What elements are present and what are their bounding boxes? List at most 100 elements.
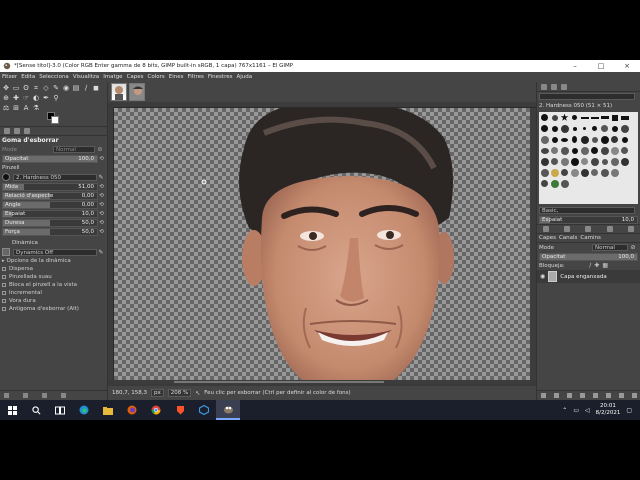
menu-fitxer[interactable]: Fitxer	[2, 74, 17, 80]
menu-ajuda[interactable]: Ajuda	[236, 74, 252, 80]
dodge-icon[interactable]: ◐	[32, 94, 40, 102]
heal-icon[interactable]: ✚	[12, 94, 20, 102]
checkbox-incremental[interactable]: Incremental	[0, 289, 107, 297]
menu-visualitza[interactable]: Visualitza	[73, 74, 99, 80]
brush-tile[interactable]	[620, 124, 629, 133]
horizontal-scrollbar-thumb[interactable]	[174, 381, 384, 383]
checkbox-bloca-pinzell[interactable]: Bloca el pinzell a la vista	[0, 281, 107, 289]
delete-brush-icon[interactable]	[606, 226, 613, 232]
warp-icon[interactable]: ✎	[52, 84, 60, 92]
tab-camins[interactable]: Camins	[580, 235, 600, 241]
undo-history-tab-icon[interactable]	[24, 128, 30, 134]
hardness-reset-icon[interactable]: ⟲	[98, 220, 105, 226]
spacing-slider-bar[interactable]: Espaiat 10,0	[2, 209, 98, 218]
maximize-button[interactable]: □	[588, 60, 614, 72]
lock-position-icon[interactable]: ✚	[594, 262, 599, 269]
brush-tile[interactable]	[590, 135, 599, 144]
force-slider-bar[interactable]: Força 50,0	[2, 227, 98, 236]
brush-tile[interactable]	[590, 146, 599, 155]
brush-filter-input[interactable]	[539, 93, 635, 100]
brush-tile[interactable]	[620, 113, 629, 122]
mask-layer-icon[interactable]	[619, 393, 624, 398]
force-slider[interactable]: Força 50,0 ⟲	[0, 227, 107, 236]
new-brush-icon[interactable]	[564, 226, 571, 232]
checkbox-box[interactable]	[2, 275, 6, 279]
brush-tile[interactable]	[590, 124, 599, 133]
brush-tile[interactable]	[620, 157, 629, 166]
brush-tile[interactable]	[620, 146, 629, 155]
menu-eines[interactable]: Eines	[169, 74, 184, 80]
brush-tile[interactable]	[580, 157, 589, 166]
brush-tile[interactable]	[580, 135, 589, 144]
expander-arrow-icon[interactable]: ▸	[2, 258, 5, 264]
zoom-select[interactable]: 208 %	[167, 389, 192, 397]
brush-tile[interactable]	[550, 179, 559, 188]
minimize-button[interactable]: –	[562, 60, 588, 72]
spacing-slider[interactable]: Espaiat 10,0 ⟲	[0, 209, 107, 218]
color-picker-icon[interactable]: ⚗	[32, 104, 40, 112]
anchor-layer-icon[interactable]	[606, 393, 611, 398]
size-reset-icon[interactable]: ⟲	[98, 184, 105, 190]
layer-opacity-slider[interactable]: Opacitat 100,0	[537, 252, 640, 261]
lock-pixels-icon[interactable]: ∕	[589, 262, 591, 269]
image-thumbnail-active[interactable]	[129, 83, 145, 101]
save-options-icon[interactable]	[4, 393, 9, 398]
brush-edit-icon[interactable]: ✎	[97, 174, 105, 181]
checkbox-vora-dura[interactable]: Vora dura	[0, 297, 107, 305]
brush-preview-icon[interactable]	[2, 173, 10, 181]
brush-tile[interactable]	[590, 168, 599, 177]
brush-tile[interactable]	[560, 124, 569, 133]
brush-tile[interactable]	[540, 179, 549, 188]
brush-tile[interactable]	[600, 146, 609, 155]
aspect-ratio-slider[interactable]: Relació d'aspecte 0,00 ⟲	[0, 191, 107, 200]
eraser-icon[interactable]: ◼	[92, 84, 100, 92]
edit-brush-icon[interactable]	[542, 226, 549, 232]
brush-tile[interactable]	[610, 135, 619, 144]
menu-finestres[interactable]: Finestres	[208, 74, 233, 80]
brush-tile[interactable]	[540, 157, 549, 166]
brush-tile[interactable]	[540, 124, 549, 133]
layer-item[interactable]: ◉ Capa enganxada	[537, 270, 640, 283]
brush-tag-input[interactable]: Basic,	[539, 207, 635, 214]
opacity-slider[interactable]: Opacitat 100,0 ⟲	[0, 154, 107, 163]
notifications-icon[interactable]: ▢	[626, 407, 632, 414]
path-icon[interactable]: ✒	[42, 94, 50, 102]
windows-start-button[interactable]	[0, 400, 24, 420]
delete-layer-icon[interactable]	[632, 393, 637, 398]
raise-layer-icon[interactable]	[567, 393, 572, 398]
duplicate-layer-icon[interactable]	[593, 393, 598, 398]
menu-capes[interactable]: Capes	[127, 74, 144, 80]
device-status-tab-icon[interactable]	[14, 128, 20, 134]
mode-reset-icon[interactable]: ⊘	[95, 146, 105, 153]
menu-selecciona[interactable]: Selecciona	[39, 74, 69, 80]
checkbox-antigoma[interactable]: Antigoma d'esborrar (Alt)	[0, 305, 107, 313]
brush-tile[interactable]	[570, 113, 579, 122]
patterns-tab-icon[interactable]	[551, 83, 557, 90]
checkbox-pinzellada-suau[interactable]: Pinzellada suau	[0, 273, 107, 281]
brush-tile[interactable]	[610, 124, 619, 133]
tray-chevron-icon[interactable]: ⌃	[562, 407, 567, 414]
brush-tile[interactable]	[540, 113, 549, 122]
move-tool-icon[interactable]: ✥	[2, 84, 10, 92]
checkbox-box[interactable]	[2, 267, 6, 271]
mode-select[interactable]: Normal	[53, 146, 95, 153]
delete-options-icon[interactable]	[42, 393, 47, 398]
force-reset-icon[interactable]: ⟲	[98, 229, 105, 235]
checkbox-box[interactable]	[2, 291, 6, 295]
brush-tile[interactable]	[550, 168, 559, 177]
brush-tile[interactable]	[570, 168, 579, 177]
smudge-icon[interactable]: ☞	[22, 94, 30, 102]
image-thumbnail[interactable]	[111, 83, 127, 101]
paintbrush-icon[interactable]: ∕	[82, 84, 90, 92]
dynamics-edit-icon[interactable]: ✎	[97, 249, 105, 256]
size-slider[interactable]: Mida 51,00 ⟲	[0, 182, 107, 191]
brush-tile[interactable]	[580, 168, 589, 177]
brush-tile[interactable]	[560, 135, 569, 144]
clone-icon[interactable]: ⊕	[2, 94, 10, 102]
background-color-swatch[interactable]	[51, 116, 59, 124]
brush-tile[interactable]	[550, 135, 559, 144]
brush-tile[interactable]	[540, 168, 549, 177]
tab-canals[interactable]: Canals	[559, 235, 577, 241]
taskbar-file-explorer[interactable]	[96, 400, 120, 420]
brush-tile[interactable]	[620, 135, 629, 144]
